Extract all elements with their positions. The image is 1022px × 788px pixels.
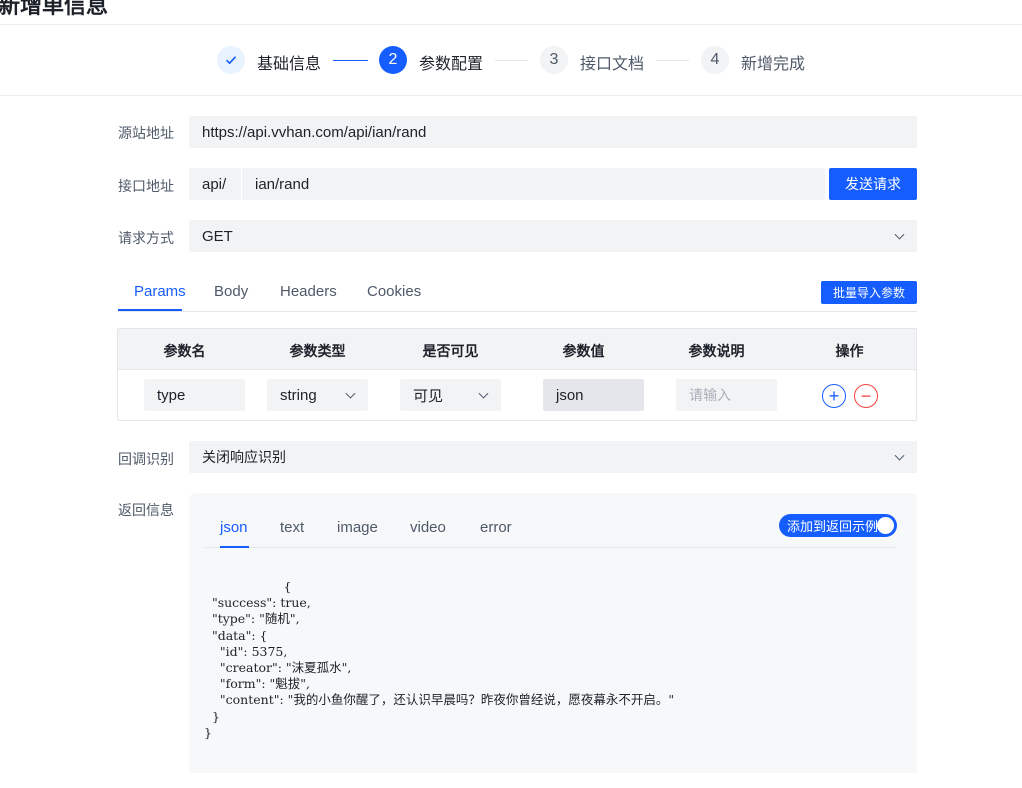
response-tabs-rule (205, 547, 897, 548)
page-title: 新增单信息 (0, 0, 109, 18)
step-1-circle (217, 46, 245, 74)
endpoint-prefix: api/ (202, 175, 227, 193)
resp-tab-active-indicator (220, 546, 249, 548)
col-param-type: 参数类型 (289, 343, 346, 359)
step-4-circle: 4 (701, 46, 729, 74)
params-table: 参数名 参数类型 是否可见 参数值 参数说明 操作 type string 可见… (117, 328, 917, 421)
endpoint-label: 接口地址 (118, 178, 174, 194)
param-name-input[interactable]: type (144, 379, 245, 411)
tab-cookies[interactable]: Cookies (367, 283, 421, 300)
step-connector-2 (495, 60, 528, 61)
chevron-down-icon (894, 450, 905, 461)
steps-divider (0, 95, 1022, 96)
callback-label: 回调识别 (118, 451, 174, 467)
step-connector-1 (333, 60, 368, 61)
plus-circle-icon[interactable]: + (822, 384, 846, 408)
chevron-down-icon (478, 388, 489, 399)
batch-import-button[interactable]: 批量导入参数 (821, 281, 917, 304)
resp-tab-error[interactable]: error (480, 519, 512, 536)
param-visible-value: 可见 (413, 387, 444, 405)
col-visible: 是否可见 (422, 343, 479, 359)
step-3-circle: 3 (540, 46, 568, 74)
add-to-example-toggle[interactable]: 添加到返回示例 (779, 514, 897, 537)
resp-tab-image[interactable]: image (337, 519, 378, 536)
method-value: GET (202, 227, 233, 245)
toggle-label: 添加到返回示例 (787, 519, 879, 534)
prefix-divider (241, 168, 242, 200)
method-select[interactable]: GET (189, 220, 917, 252)
resp-tab-json[interactable]: json (220, 519, 248, 536)
endpoint-input-group: api/ ian/rand (189, 168, 825, 200)
callback-select[interactable]: 关闭响应识别 (189, 441, 917, 473)
col-param-name: 参数名 (163, 343, 206, 359)
method-label: 请求方式 (118, 230, 174, 246)
col-param-value: 参数值 (562, 343, 605, 359)
tab-headers[interactable]: Headers (280, 283, 337, 300)
col-actions: 操作 (835, 343, 864, 359)
request-tabs-rule (118, 311, 917, 312)
step-connector-3 (656, 60, 689, 61)
response-panel: json text image video error 添加到返回示例 { "s… (189, 493, 917, 773)
response-json-body: { "success": true, "type": "随机", "data":… (204, 579, 675, 740)
endpoint-path-input[interactable]: ian/rand (255, 176, 309, 193)
step-3-label: 接口文档 (580, 56, 645, 73)
params-table-header: 参数名 参数类型 是否可见 参数值 参数说明 操作 (118, 329, 916, 370)
param-type-value: string (280, 386, 317, 404)
step-4-label: 新增完成 (741, 56, 806, 73)
tab-body[interactable]: Body (214, 283, 248, 300)
param-value-input[interactable]: json (543, 379, 644, 411)
resp-tab-video[interactable]: video (410, 519, 446, 536)
check-icon (225, 56, 237, 65)
resp-tab-text[interactable]: text (280, 519, 304, 536)
step-1-label: 基础信息 (257, 56, 322, 73)
param-desc-input[interactable]: 请输入 (676, 379, 777, 411)
chevron-down-icon (894, 229, 905, 240)
step-2-label: 参数配置 (419, 56, 484, 73)
callback-value: 关闭响应识别 (202, 449, 286, 465)
tab-params[interactable]: Params (134, 283, 186, 300)
param-visible-select[interactable]: 可见 (400, 379, 501, 411)
toggle-knob (877, 517, 894, 534)
chevron-down-icon (345, 388, 356, 399)
param-desc-placeholder: 请输入 (689, 387, 731, 403)
step-2-circle: 2 (379, 46, 407, 74)
send-request-button[interactable]: 发送请求 (829, 168, 917, 200)
steps-bar: 基础信息 2 参数配置 3 接口文档 4 新增完成 (0, 45, 1022, 75)
tab-active-indicator (118, 309, 182, 311)
response-label: 返回信息 (118, 502, 174, 518)
param-type-select[interactable]: string (267, 379, 368, 411)
col-param-desc: 参数说明 (688, 343, 745, 359)
minus-circle-icon[interactable]: − (854, 384, 878, 408)
source-url-input[interactable]: https://api.vvhan.com/api/ian/rand (189, 116, 917, 148)
source-url-label: 源站地址 (118, 125, 174, 141)
header-divider (0, 24, 1022, 25)
